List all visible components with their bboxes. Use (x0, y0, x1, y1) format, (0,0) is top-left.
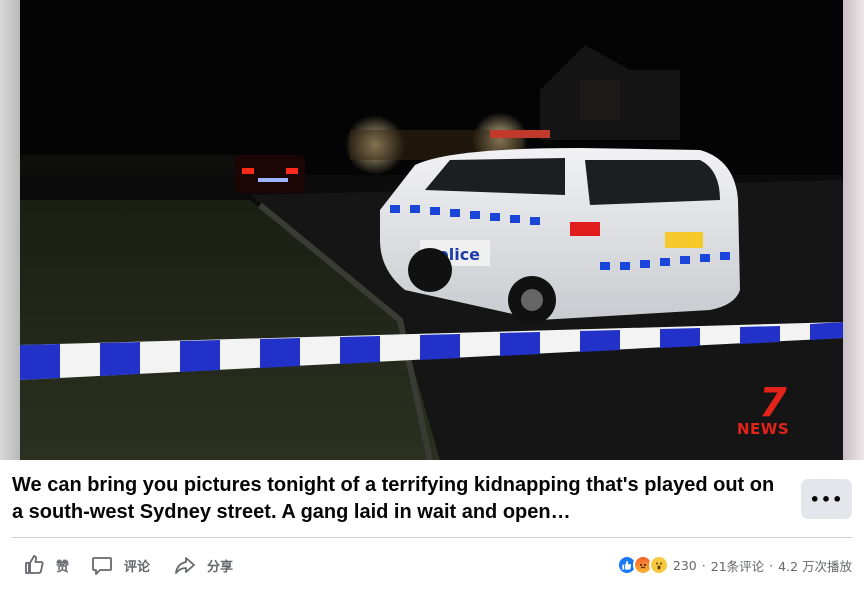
reaction-count[interactable]: 230 (673, 558, 697, 573)
view-count: 4.2 万次播放 (778, 558, 852, 574)
thumbs-up-icon (25, 555, 44, 574)
post-card: We can bring you pictures tonight of a t… (0, 460, 864, 595)
like-label: 赞 (56, 559, 70, 575)
wow-reaction-icon (648, 555, 669, 575)
seven-news-logo: 7 NEWS (735, 383, 809, 441)
share-icon (175, 557, 195, 574)
stat-separator: · (701, 557, 706, 573)
logo-text: NEWS (737, 420, 790, 438)
more-options-button[interactable]: ••• (801, 479, 852, 519)
comment-label: 评论 (124, 559, 151, 575)
police-car: Police (380, 130, 740, 324)
comment-count[interactable]: 21条评论 (711, 556, 764, 575)
comment-button[interactable]: 评论 (90, 550, 150, 580)
video-side-blur-left (0, 0, 20, 460)
comment-icon (92, 557, 112, 575)
reaction-icons[interactable] (616, 555, 669, 575)
video-frame[interactable]: Police 7 NEWS (20, 0, 843, 460)
share-button[interactable]: 分享 (173, 550, 233, 580)
post-caption[interactable]: We can bring you pictures tonight of a t… (12, 472, 782, 526)
post-stats: 230 · 21条评论 · 4.2 万次播放 (616, 554, 852, 576)
video-player[interactable]: Police 7 NEWS (0, 0, 864, 460)
logo-mark: 7 (759, 380, 787, 426)
like-button[interactable]: 赞 (22, 550, 69, 580)
video-side-blur-right (843, 0, 864, 460)
stat-separator: · (769, 557, 774, 573)
more-icon: ••• (809, 489, 844, 509)
video-scene: Police (20, 0, 843, 460)
divider (12, 537, 852, 538)
share-label: 分享 (207, 559, 234, 575)
